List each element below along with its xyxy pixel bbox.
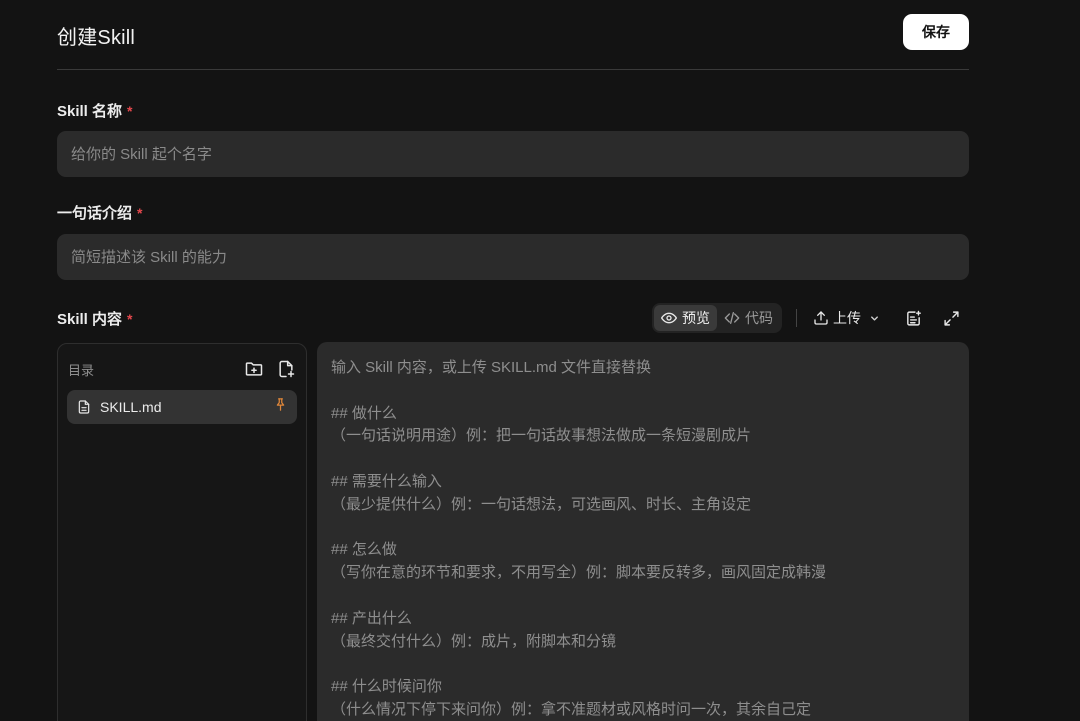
editor-line: （最终交付什么）例：成片，附脚本和分镜	[331, 632, 617, 650]
view-toggle: 预览 代码	[652, 303, 782, 333]
file-tree-header: 目录	[58, 344, 306, 394]
required-mark: *	[127, 310, 133, 327]
skill-content-label: Skill 内容 *	[57, 310, 133, 329]
skill-intro-label: 一句话介绍 *	[57, 204, 143, 223]
save-button[interactable]: 保存	[903, 14, 969, 50]
expand-button[interactable]	[942, 309, 960, 327]
tab-code[interactable]: 代码	[717, 305, 780, 331]
editor-line: （什么情况下停下来问你）例：拿不准题材或风格时问一次，其余自己定	[331, 700, 812, 718]
editor-line: ## 需要什么输入	[331, 472, 442, 490]
toolbar-divider	[796, 309, 797, 327]
file-name: SKILL.md	[100, 399, 162, 415]
pin-button[interactable]	[273, 397, 288, 417]
page-title: 创建Skill	[57, 27, 136, 49]
required-mark: *	[127, 102, 133, 119]
editor-line: ## 产出什么	[331, 609, 412, 627]
template-button[interactable]	[904, 309, 922, 327]
code-icon	[724, 312, 740, 324]
skill-intro-input[interactable]	[57, 234, 969, 280]
create-skill-page: 创建Skill 保存 Skill 名称 * 一句话介绍 * Skill 内容 *…	[0, 0, 1080, 721]
editor-line: （最少提供什么）例：一句话想法，可选画风、时长、主角设定	[331, 495, 752, 513]
pin-icon	[276, 398, 285, 411]
file-icon	[78, 400, 90, 414]
editor-line: ## 做什么	[331, 404, 397, 422]
eye-icon	[661, 312, 677, 324]
expand-icon	[943, 310, 959, 326]
document-sparkle-icon	[906, 310, 921, 326]
upload-icon	[814, 311, 828, 325]
tab-preview[interactable]: 预览	[654, 305, 717, 331]
editor-line: ## 怎么做	[331, 541, 397, 559]
file-tree-title: 目录	[68, 362, 95, 378]
new-folder-icon[interactable]	[244, 359, 264, 379]
editor-line: （写你在意的环节和要求，不用写全）例：脚本要反转多，画风固定成韩漫	[331, 564, 827, 582]
header: 创建Skill 保存	[57, 14, 969, 70]
editor-line: （一句话说明用途）例：把一句话故事想法做成一条短漫剧成片	[331, 427, 752, 445]
content-editor[interactable]: 输入 Skill 内容，或上传 SKILL.md 文件直接替换 ## 做什么 （…	[317, 342, 969, 721]
upload-button[interactable]: 上传	[813, 308, 880, 328]
skill-name-input[interactable]	[57, 131, 969, 177]
new-file-icon[interactable]	[276, 359, 296, 379]
editor-line: 输入 Skill 内容，或上传 SKILL.md 文件直接替换	[331, 359, 652, 376]
required-mark: *	[137, 204, 143, 221]
editor-line: ## 什么时候问你	[331, 678, 442, 696]
file-item-skill-md[interactable]: SKILL.md	[67, 390, 297, 424]
content-toolbar: 预览 代码 上传	[652, 303, 960, 333]
skill-name-label: Skill 名称 *	[57, 102, 133, 121]
file-tree-panel: 目录 SKILL.md	[57, 343, 307, 721]
chevron-down-icon	[871, 315, 878, 321]
